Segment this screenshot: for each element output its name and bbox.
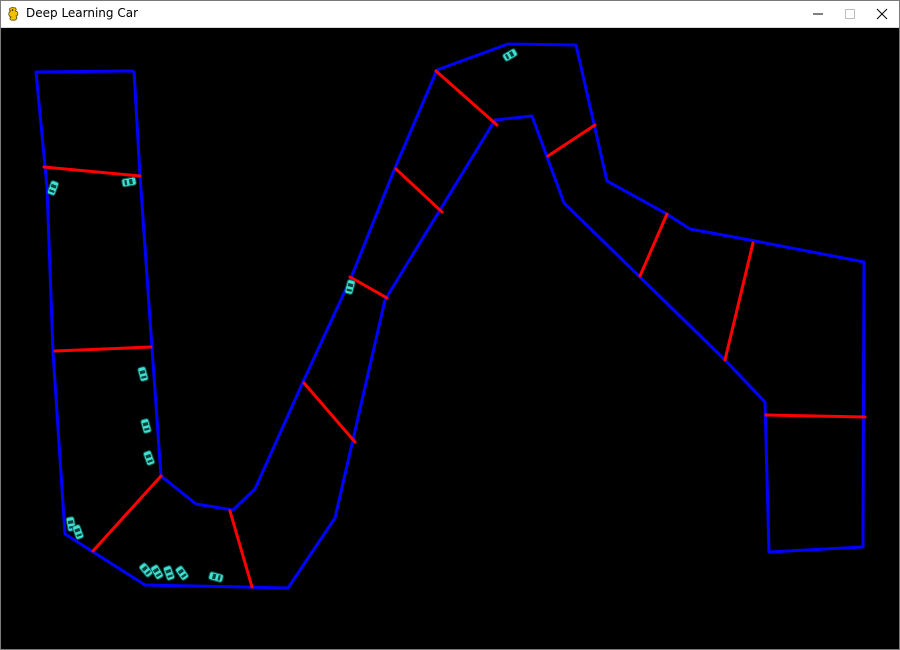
track-outer-wall	[34, 42, 866, 590]
car-sprite	[174, 564, 190, 582]
checkpoint-line	[546, 123, 597, 158]
checkpoints	[42, 69, 867, 589]
maximize-icon	[845, 9, 855, 19]
car-sprite	[149, 563, 165, 581]
car-sprite	[120, 176, 138, 188]
checkpoint-line	[53, 345, 153, 353]
checkpoint-line	[228, 509, 254, 589]
window-title: Deep Learning Car	[26, 6, 139, 20]
title-bar: Deep Learning Car	[0, 0, 900, 28]
checkpoint-line	[764, 413, 867, 419]
cars	[46, 47, 519, 584]
maximize-button[interactable]	[834, 0, 866, 28]
checkpoint-line	[91, 474, 163, 553]
close-button[interactable]	[866, 0, 898, 28]
car-sprite	[71, 523, 85, 541]
game-canvas	[0, 28, 900, 650]
checkpoint-line	[348, 275, 389, 300]
car-sprite	[501, 47, 519, 63]
checkpoint-line	[434, 69, 499, 127]
car-sprite	[343, 278, 357, 296]
minimize-icon	[813, 13, 823, 15]
car-sprite	[139, 417, 153, 435]
checkpoint-line	[723, 241, 755, 362]
checkpoint-line	[394, 167, 444, 214]
minimize-button[interactable]	[802, 0, 834, 28]
car-sprite	[207, 570, 225, 584]
track-walls	[34, 42, 866, 590]
close-icon	[876, 8, 888, 20]
checkpoint-line	[42, 165, 142, 178]
car-sprite	[142, 449, 156, 467]
car-sprite	[162, 564, 176, 582]
checkpoint-line	[302, 381, 357, 444]
car-sprite	[136, 365, 150, 383]
checkpoint-line	[638, 212, 669, 278]
car-sprite	[46, 179, 60, 197]
pygame-app-icon	[8, 6, 19, 21]
